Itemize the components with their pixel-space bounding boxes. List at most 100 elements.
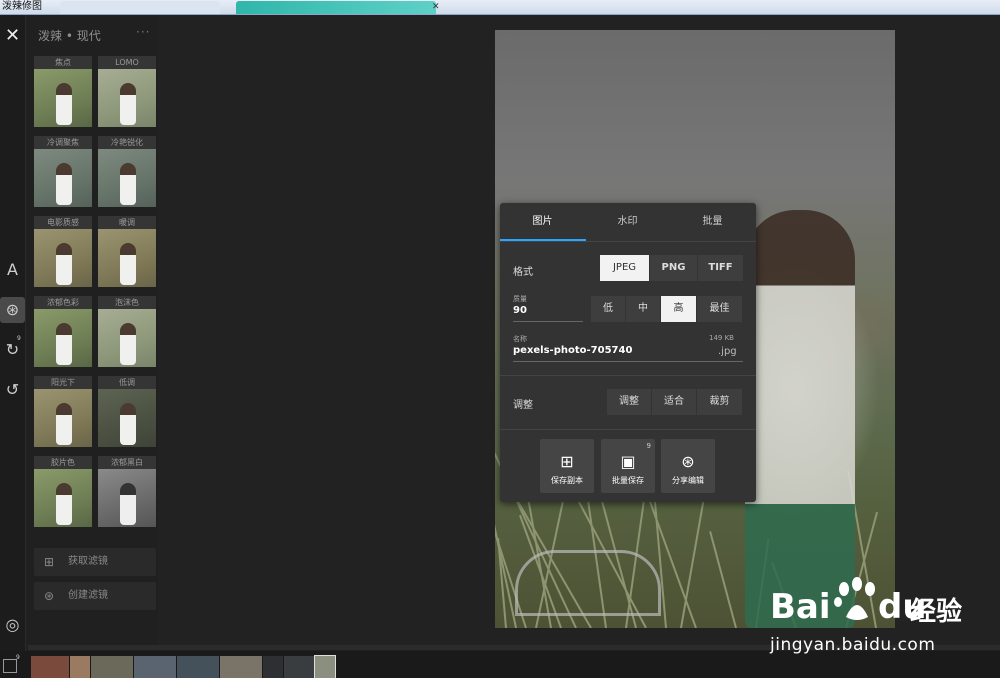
filter-tile[interactable]: 浓郁色彩 <box>34 296 92 367</box>
create-filter-button[interactable]: ⊛ 创建滤镜 <box>34 582 156 610</box>
browser-tab-1[interactable] <box>60 1 220 14</box>
filter-label: 电影质感 <box>34 216 92 229</box>
filmstrip-thumbnail[interactable] <box>263 656 283 678</box>
filmstrip-thumbnail[interactable] <box>220 656 262 678</box>
filter-tile[interactable]: 低调 <box>98 376 156 447</box>
save-copy-label: 保存副本 <box>551 476 583 485</box>
filmstrip-thumbnail[interactable] <box>314 655 336 678</box>
grass-blade <box>709 531 737 628</box>
filter-thumbnail <box>98 229 156 287</box>
filter-tile[interactable]: 阳光下 <box>34 376 92 447</box>
name-label: 名称 <box>513 335 527 343</box>
quality-medium-button[interactable]: 中 <box>626 296 660 322</box>
format-label: 格式 <box>513 267 533 278</box>
settings-icon[interactable]: ◎ <box>0 615 25 634</box>
thumbnail-figure <box>56 83 72 125</box>
filter-tile[interactable]: 电影质感 <box>34 216 92 287</box>
quality-underline <box>513 321 583 322</box>
filter-label: 泡沫色 <box>98 296 156 309</box>
tool-sidebar: ✕ A ⊛ ↻ 9 ↺ ◎ <box>0 15 26 678</box>
filter-label: 冷艳锐化 <box>98 136 156 149</box>
browser-tab-2[interactable] <box>236 1 436 14</box>
save-copy-icon: ⊞ <box>560 452 574 471</box>
filter-thumbnail <box>34 309 92 367</box>
filter-thumbnail <box>98 389 156 447</box>
batch-save-icon: ▣ <box>620 452 636 471</box>
filmstrip-thumbnail[interactable] <box>31 656 69 678</box>
get-filter-button[interactable]: ⊞ 获取滤镜 <box>34 548 156 576</box>
tab-close-icon[interactable]: ✕ <box>432 0 440 14</box>
divider <box>500 241 756 242</box>
filters-panel: 泼辣 • 现代 ··· 焦点 LOMO 冷调聚焦 冷艳锐化电影质感 暖调浓郁色彩 泡沫色阳… <box>28 15 158 645</box>
quality-best-button[interactable]: 最佳 <box>697 296 742 322</box>
format-selector: JPEG PNG TIFF <box>600 255 744 281</box>
filter-tile[interactable]: 胶片色 <box>34 456 92 527</box>
crop-button[interactable]: 裁剪 <box>697 389 742 415</box>
filter-thumbnail <box>34 149 92 207</box>
format-tiff-button[interactable]: TIFF <box>698 255 743 281</box>
filmstrip-thumbnail[interactable] <box>134 656 176 678</box>
filter-label: 冷调聚焦 <box>34 136 92 149</box>
history-icon[interactable]: ↻ <box>0 340 25 359</box>
filter-tile[interactable]: 焦点 <box>34 56 92 127</box>
filter-tile[interactable]: 冷艳锐化 <box>98 136 156 207</box>
text-icon[interactable]: A <box>0 260 25 279</box>
filter-icon[interactable]: ⊛ <box>0 297 25 323</box>
filter-collection-title: 泼辣 • 现代 <box>38 29 101 43</box>
gallery-icon[interactable] <box>3 659 17 673</box>
reset-icon[interactable]: ↺ <box>0 380 25 399</box>
divider <box>500 375 756 376</box>
save-copy-button[interactable]: ⊞ 保存副本 <box>540 439 594 493</box>
filename-input[interactable]: pexels-photo-705740 <box>513 345 632 356</box>
filmstrip-thumbnail[interactable] <box>177 656 219 678</box>
tab-watermark[interactable]: 水印 <box>585 203 670 241</box>
share-edit-label: 分享编辑 <box>672 476 704 485</box>
file-extension: .jpg <box>718 346 737 357</box>
close-icon[interactable]: ✕ <box>0 25 25 46</box>
grass-blade <box>680 489 707 628</box>
quality-input[interactable]: 90 <box>513 305 527 316</box>
share-edit-icon: ⊛ <box>681 452 695 471</box>
fit-button[interactable]: 适合 <box>652 389 696 415</box>
more-icon[interactable]: ··· <box>136 25 150 39</box>
filter-thumbnail <box>34 229 92 287</box>
filter-label: LOMO <box>98 56 156 69</box>
batch-count-badge: 9 <box>646 442 651 450</box>
adjust-selector: 调整 适合 裁剪 <box>607 389 743 415</box>
tab-image[interactable]: 图片 <box>500 203 585 241</box>
filter-tile[interactable]: 冷调聚焦 <box>34 136 92 207</box>
history-badge: 9 <box>17 335 21 342</box>
quality-low-button[interactable]: 低 <box>591 296 625 322</box>
filter-tile[interactable]: 泡沫色 <box>98 296 156 367</box>
filmstrip-thumbnail[interactable] <box>91 656 133 678</box>
share-edit-button[interactable]: ⊛ 分享编辑 <box>661 439 715 493</box>
watermark-bai: Bai <box>770 587 831 627</box>
create-filter-label: 创建滤镜 <box>68 590 108 601</box>
filter-label: 浓郁色彩 <box>34 296 92 309</box>
batch-save-button[interactable]: 9 ▣ 批量保存 <box>601 439 655 493</box>
thumbnail-figure <box>56 243 72 285</box>
filter-thumbnail <box>98 149 156 207</box>
filter-label: 低调 <box>98 376 156 389</box>
thumbnail-figure <box>120 323 136 365</box>
export-panel: 图片 水印 批量 格式 JPEG PNG TIFF 质量 90 低 中 高 最佳… <box>500 203 756 502</box>
thumbnail-figure <box>120 243 136 285</box>
adjust-label: 调整 <box>513 400 533 411</box>
filter-tile[interactable]: 浓郁黑白 <box>98 456 156 527</box>
filter-tile[interactable]: LOMO <box>98 56 156 127</box>
format-jpeg-button[interactable]: JPEG <box>600 255 649 281</box>
baidu-paw-logo <box>834 577 875 620</box>
filmstrip-thumbnail[interactable] <box>284 656 314 678</box>
format-png-button[interactable]: PNG <box>650 255 697 281</box>
thumbnail-figure <box>120 83 136 125</box>
quality-high-button[interactable]: 高 <box>661 296 696 322</box>
filter-thumbnail <box>34 69 92 127</box>
filter-label: 焦点 <box>34 56 92 69</box>
filename-underline <box>513 361 743 362</box>
filmstrip-thumbnail[interactable] <box>70 656 90 678</box>
filter-label: 暖调 <box>98 216 156 229</box>
adjust-button[interactable]: 调整 <box>607 389 651 415</box>
tab-batch[interactable]: 批量 <box>670 203 755 241</box>
filter-tile[interactable]: 暖调 <box>98 216 156 287</box>
window-titlebar: 泼辣修图 ✕ <box>0 0 1000 15</box>
